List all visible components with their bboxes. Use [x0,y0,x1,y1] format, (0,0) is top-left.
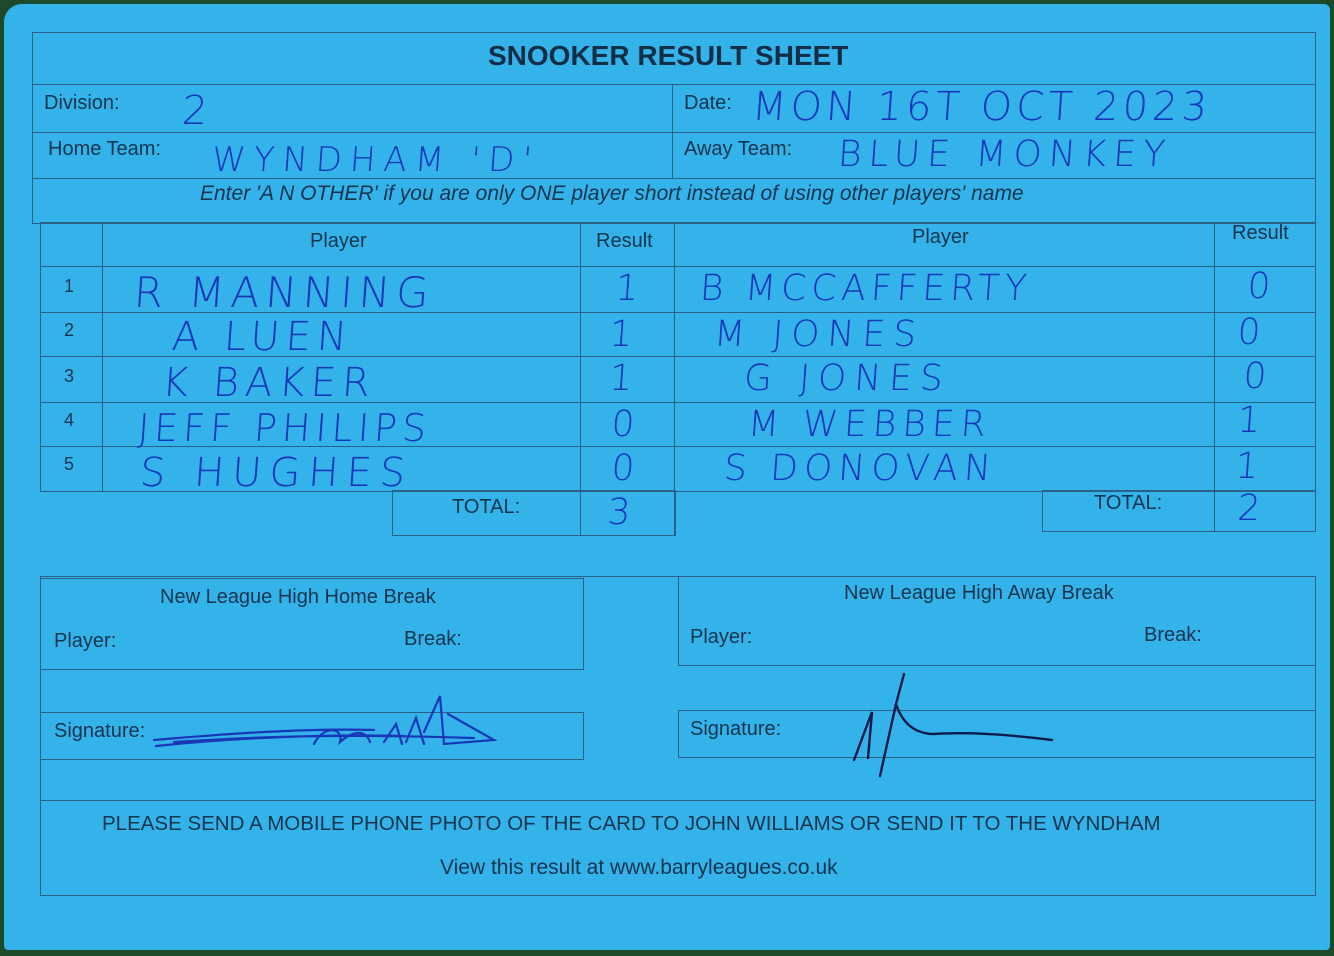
away-team-label: Away Team: [684,138,793,160]
home-break-break-label: Break: [404,628,462,650]
away-team-value: BLUE MONKEY [836,134,1174,175]
home-signature-label: Signature: [54,720,146,742]
home-result-header: Result [596,230,653,252]
away-signature-label: Signature: [690,718,782,740]
home-result: 0 [610,404,642,445]
date-label: Date: [684,92,732,114]
division-value: 2 [180,88,216,134]
home-player-name: S HUGHES [138,450,415,496]
date-value: MON 16T OCT 2023 [750,84,1213,130]
away-player-name: G JONES [742,358,953,399]
away-break-break-label: Break: [1144,624,1202,646]
home-break-title: New League High Home Break [160,586,436,608]
away-player-name: M JONES [712,314,926,355]
away-player-name: M WEBBER [746,404,994,445]
away-break-player-label: Player: [690,626,753,648]
away-result: 0 [1242,356,1274,397]
away-player-header: Player [912,226,969,248]
home-result: 0 [610,448,642,489]
home-total-value: 3 [606,492,638,533]
away-total-label: TOTAL: [1094,492,1163,514]
away-result-header: Result [1232,222,1289,244]
home-total-label: TOTAL: [452,496,521,518]
home-player-name: K BAKER [160,360,378,406]
result-card: SNOOKER RESULT SHEET Division: 2 Date: M… [4,4,1330,950]
home-result: 1 [608,358,640,399]
home-player-name: R MANNING [132,268,437,317]
row-number: 2 [64,320,75,340]
away-total-value: 2 [1236,488,1268,529]
away-result: 1 [1234,446,1266,487]
home-result: 1 [608,314,640,355]
home-signature-scribble [152,695,498,748]
row-number: 5 [64,454,75,474]
away-signature-scribble [852,672,1054,778]
home-break-player-label: Player: [54,630,117,652]
home-team-value: WYNDHAM 'D' [210,140,542,180]
row-number: 3 [64,366,75,386]
away-break-title: New League High Away Break [844,582,1114,604]
away-result: 0 [1236,312,1268,353]
row-number: 4 [64,410,75,430]
home-player-header: Player [310,230,367,252]
home-player-name: JEFF PHILIPS [136,406,433,450]
footer-instruction: PLEASE SEND A MOBILE PHONE PHOTO OF THE … [102,812,1161,835]
instruction-note: Enter 'A N OTHER' if you are only ONE pl… [200,182,1024,205]
away-player-name: S DONOVAN [722,448,999,489]
row-number: 1 [64,276,75,296]
division-label: Division: [44,92,120,114]
away-result: 1 [1236,400,1268,441]
home-player-name: A LUEN [170,314,355,360]
page-title: SNOOKER RESULT SHEET [488,40,849,71]
away-result: 0 [1246,266,1278,307]
footer-website: View this result at www.barryleagues.co.… [440,856,838,879]
home-result: 1 [614,268,646,309]
home-team-label: Home Team: [48,138,162,160]
away-player-name: B MCCAFFERTY [698,268,1033,309]
